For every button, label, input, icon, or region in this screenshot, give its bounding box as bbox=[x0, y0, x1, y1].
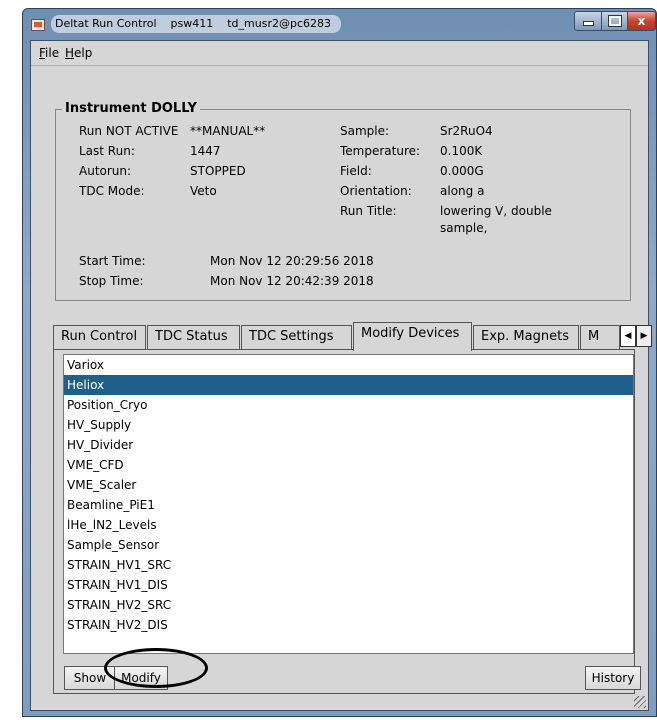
sample-value: Sr2RuO4 bbox=[440, 124, 493, 138]
instrument-group: Instrument DOLLY Run NOT ACTIVE **MANUAL… bbox=[55, 101, 631, 301]
tdc-mode-value: Veto bbox=[190, 184, 217, 198]
list-item[interactable]: STRAIN_HV2_DIS bbox=[64, 615, 633, 635]
tab-scroll-right-icon[interactable]: ▶ bbox=[636, 325, 652, 347]
list-item[interactable]: Variox bbox=[64, 355, 633, 375]
list-item[interactable]: STRAIN_HV1_SRC bbox=[64, 555, 633, 575]
autorun-value: STOPPED bbox=[190, 164, 246, 178]
maximize-button[interactable] bbox=[601, 11, 628, 31]
title-host: psw411 bbox=[170, 17, 214, 30]
app-icon bbox=[31, 19, 45, 31]
tab-modify-devices[interactable]: Modify Devices bbox=[353, 322, 472, 351]
tab-run-control[interactable]: Run Control bbox=[53, 325, 146, 349]
menu-file-label: ile bbox=[45, 46, 60, 60]
field-value: 0.000G bbox=[440, 164, 484, 178]
run-mode: **MANUAL** bbox=[190, 124, 266, 138]
history-button[interactable]: History bbox=[585, 666, 641, 690]
menu-help-label: elp bbox=[74, 46, 93, 60]
highlight-circle-annotation bbox=[104, 648, 208, 688]
device-list[interactable]: Variox Heliox Position_Cryo HV_Supply HV… bbox=[63, 354, 634, 654]
list-item[interactable]: VME_Scaler bbox=[64, 475, 633, 495]
list-item[interactable]: Position_Cryo bbox=[64, 395, 633, 415]
menu-file[interactable]: File bbox=[39, 46, 59, 60]
tab-exp-magnets[interactable]: Exp. Magnets bbox=[473, 325, 579, 349]
title-user: td_musr2@pc6283 bbox=[227, 17, 331, 30]
list-item[interactable]: Beamline_PiE1 bbox=[64, 495, 633, 515]
title-app-name: Deltat Run Control bbox=[55, 17, 157, 30]
last-run-value: 1447 bbox=[190, 144, 221, 158]
start-time-label: Start Time: bbox=[79, 254, 146, 268]
temperature-label: Temperature: bbox=[340, 144, 421, 158]
temperature-value: 0.100K bbox=[440, 144, 483, 158]
list-item[interactable]: STRAIN_HV2_SRC bbox=[64, 595, 633, 615]
start-time-value: Mon Nov 12 20:29:56 2018 bbox=[210, 254, 374, 268]
list-item[interactable]: VME_CFD bbox=[64, 455, 633, 475]
orientation-label: Orientation: bbox=[340, 184, 412, 198]
tab-scroll-left-icon[interactable]: ◀ bbox=[620, 325, 636, 347]
modify-devices-panel: Variox Heliox Position_Cryo HV_Supply HV… bbox=[53, 349, 641, 694]
tab-tdc-settings[interactable]: TDC Settings bbox=[241, 325, 352, 349]
minimize-icon bbox=[582, 21, 594, 26]
tab-tdc-status[interactable]: TDC Status bbox=[147, 325, 240, 349]
menu-help[interactable]: Help bbox=[65, 46, 92, 60]
tab-strip: Run Control TDC Status TDC Settings Modi… bbox=[53, 322, 652, 351]
instrument-title: Instrument DOLLY bbox=[62, 101, 200, 116]
tdc-mode-label: TDC Mode: bbox=[79, 184, 145, 198]
autorun-label: Autorun: bbox=[79, 164, 132, 178]
title-bar[interactable]: Deltat Run Control psw411 td_musr2@pc6283 … bbox=[23, 9, 656, 39]
run-title-line2: sample, bbox=[440, 221, 488, 235]
run-title-line1: lowering V, double bbox=[440, 204, 552, 218]
stop-time-value: Mon Nov 12 20:42:39 2018 bbox=[210, 274, 374, 288]
app-window: Deltat Run Control psw411 td_musr2@pc6283 … bbox=[22, 8, 657, 717]
menu-help-mnemonic: H bbox=[65, 46, 75, 60]
run-status: Run NOT ACTIVE bbox=[79, 124, 179, 138]
stop-time-label: Stop Time: bbox=[79, 274, 144, 288]
run-title-label: Run Title: bbox=[340, 204, 397, 218]
maximize-icon bbox=[607, 15, 622, 27]
tab-more[interactable]: M bbox=[580, 325, 620, 349]
sample-label: Sample: bbox=[340, 124, 390, 138]
minimize-button[interactable] bbox=[574, 11, 602, 31]
list-item[interactable]: lHe_lN2_Levels bbox=[64, 515, 633, 535]
close-icon: x bbox=[637, 14, 646, 28]
list-item[interactable]: HV_Supply bbox=[64, 415, 633, 435]
client-area: File Help Instrument DOLLY Run NOT ACTIV… bbox=[30, 40, 652, 711]
list-item[interactable]: Sample_Sensor bbox=[64, 535, 633, 555]
close-button[interactable]: x bbox=[627, 11, 656, 31]
last-run-label: Last Run: bbox=[79, 144, 135, 158]
list-item-selected[interactable]: Heliox bbox=[64, 375, 633, 395]
window-title: Deltat Run Control psw411 td_musr2@pc6283 bbox=[51, 15, 341, 33]
resize-grip-icon[interactable] bbox=[634, 696, 646, 708]
menu-bar: File Help bbox=[31, 41, 648, 66]
list-item[interactable]: HV_Divider bbox=[64, 435, 633, 455]
field-label: Field: bbox=[340, 164, 372, 178]
orientation-value: along a bbox=[440, 184, 485, 198]
list-item[interactable]: STRAIN_HV1_DIS bbox=[64, 575, 633, 595]
